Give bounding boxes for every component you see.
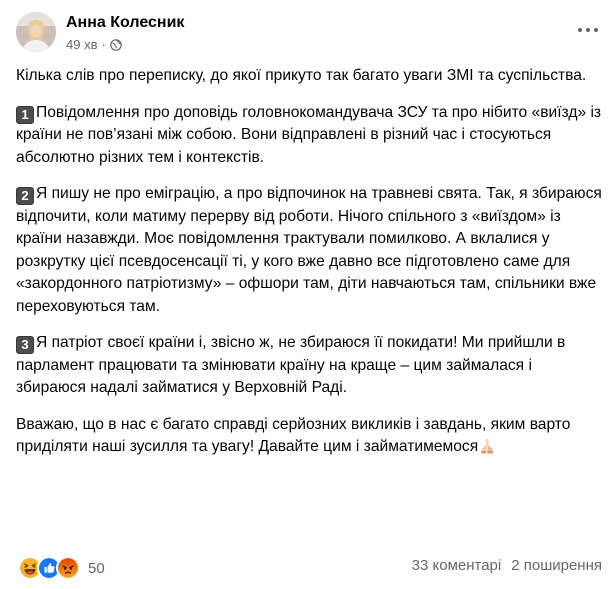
keycap-number-icon: 1 [16,105,34,124]
keycap-number-icon: 2 [16,187,34,205]
post-stats: 33 коментарі 2 поширення [412,557,602,574]
paragraph-2-text: Я пишу не про еміграцію, а про відпочино… [16,185,602,315]
post-body: Кілька слів про переписку, до якої прику… [16,65,606,473]
post-meta: 49 хв · [66,37,122,53]
reaction-count[interactable]: 50 [88,560,105,577]
dot-icon [594,28,598,32]
post-time[interactable]: 49 хв [66,37,97,53]
paragraph-3-text: Я патріот своєї країни і, звісно ж, не з… [16,334,566,396]
meta-separator: · [101,37,106,52]
reactions-summary[interactable]: 50 [18,556,105,580]
globe-icon[interactable] [110,39,122,51]
shares-count-link[interactable]: 2 поширення [511,557,602,574]
author-name[interactable]: Анна Колесник [66,13,184,33]
dot-icon [586,28,590,32]
facebook-post: Анна Колесник 49 хв · Кілька слів про пе… [0,0,616,589]
angry-reaction-icon [56,556,80,580]
paragraph-1: 1 Повідомлення про доповідь головнокоманд… [16,102,606,170]
more-options-button[interactable] [574,18,602,42]
paragraph-2: 2Я пишу не про еміграцію, а про відпочин… [16,183,606,318]
paragraph-intro: Кілька слів про переписку, до якої прику… [16,67,587,84]
keycap-number-icon: 3 [16,336,34,354]
paragraph-outro: Вважаю, що в нас є багато справді серйоз… [16,414,606,459]
paragraph-1-text: Повідомлення про доповідь головнокоманду… [16,103,602,166]
author-avatar[interactable] [16,12,56,52]
comments-count-link[interactable]: 33 коментарі [412,557,502,574]
dot-icon [578,28,582,32]
folded-hands-icon [478,436,496,454]
paragraph-3: 3Я патріот своєї країни і, звісно ж, не … [16,332,606,400]
